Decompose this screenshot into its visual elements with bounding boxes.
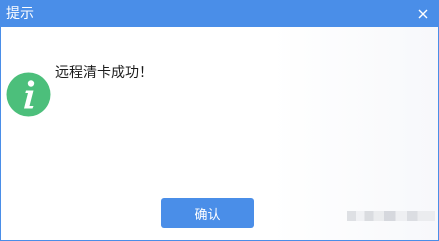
dialog-titlebar: 提示 bbox=[1, 1, 438, 27]
message-dialog: 提示 远程清卡成功！ 确认 bbox=[0, 0, 439, 241]
confirm-button[interactable]: 确认 bbox=[161, 198, 254, 228]
dialog-body: 远程清卡成功！ 确认 bbox=[1, 27, 438, 240]
close-icon bbox=[418, 9, 428, 19]
dialog-title: 提示 bbox=[6, 6, 34, 22]
blurred-watermark bbox=[347, 211, 435, 221]
close-button[interactable] bbox=[408, 1, 438, 27]
info-icon bbox=[6, 72, 51, 117]
dialog-message: 远程清卡成功！ bbox=[55, 65, 153, 81]
